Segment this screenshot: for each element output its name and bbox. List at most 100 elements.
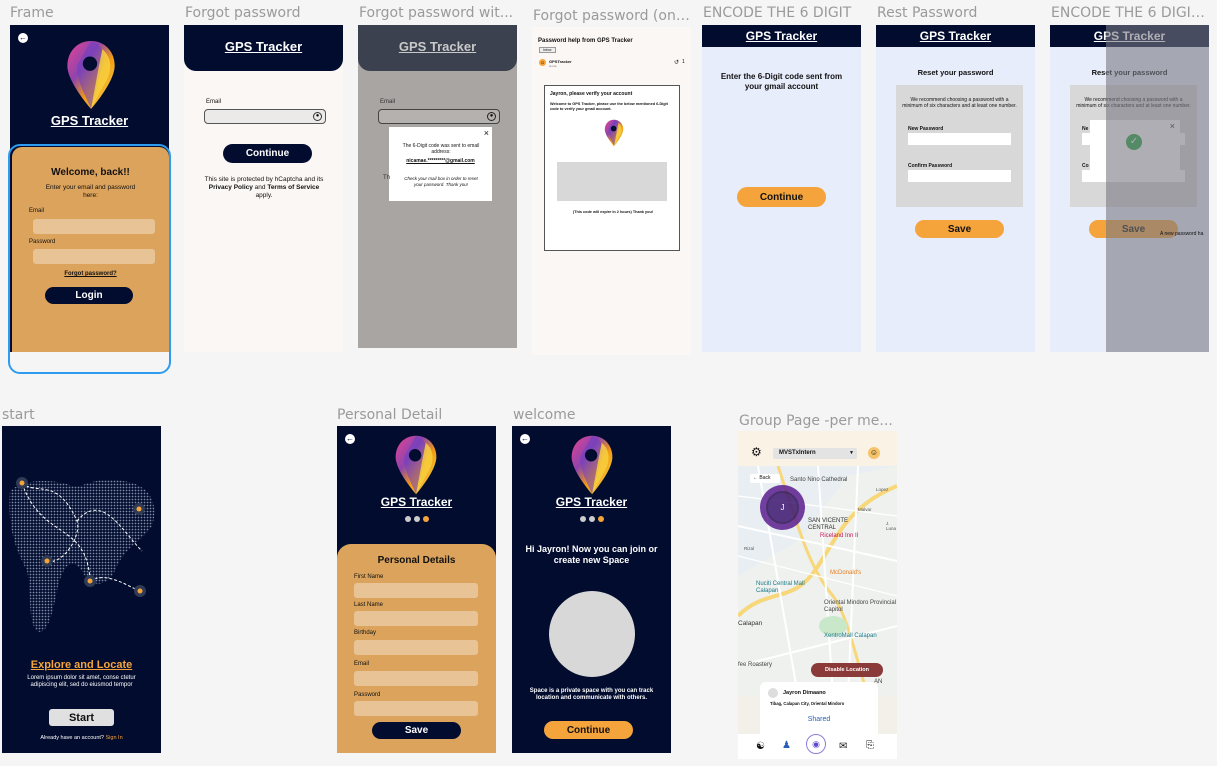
last-name-input[interactable] [354,611,478,626]
start-frame: Explore and Locate Lorem ipsum dolor sit… [2,426,161,753]
continue-button[interactable]: Continue [223,144,312,163]
shared-tab[interactable]: Shared [760,716,878,723]
email-subject: Password help from GPS Tracker [538,38,633,44]
continue-button[interactable]: Continue [737,187,826,207]
gear-icon[interactable]: ⚙ [751,446,762,458]
map-label: XentroMall Calapan [824,633,877,639]
dropdown-value: MVSTxIntern [779,450,816,456]
confirm-password-input[interactable] [908,170,1011,182]
privacy-link[interactable]: Privacy Policy [209,184,253,191]
terms-link[interactable]: Terms of Service [267,184,319,191]
forgot-modal-frame: GPS Tracker Email ● × The 6-Digit code w… [358,25,517,348]
login-panel: Welcome, back!! Enter your email and pas… [12,147,169,352]
personal-panel: Personal Details First Name Last Name Bi… [337,544,496,753]
space-dropdown[interactable]: MVSTxIntern ▼ [773,448,857,459]
forgot-frame: GPS Tracker Email ● Continue This site i… [184,25,343,352]
first-name-label: First Name [354,574,384,580]
forgot-password-link[interactable]: Forgot password? [12,271,169,277]
app-logo-icon [569,434,615,496]
disable-location-button[interactable]: Disable Location [811,663,883,677]
step-dot [588,516,595,522]
member-avatar: J [766,491,799,524]
app-logo-icon [604,119,624,147]
chevron-down-icon: ▼ [849,450,854,456]
back-icon[interactable]: ← [345,434,355,444]
mail-icon[interactable]: ✉ [839,741,847,752]
new-password-input[interactable] [908,133,1011,145]
reset-desc: We recommend choosing a password with a … [902,97,1017,109]
slide-overlay [1106,25,1209,352]
map-label: J. Luna [886,521,897,531]
map-back-button[interactable]: ← Back [750,474,780,483]
frame-label: Rest Password [877,5,978,21]
save-button[interactable]: Save [915,220,1004,238]
map-label: McDonald's [830,570,862,576]
sender-avatar: G [539,59,546,66]
space-illustration [549,591,635,677]
step-dot [404,516,411,522]
login-button[interactable]: Login [45,287,133,304]
sign-in-link[interactable]: Sign In [106,735,123,741]
close-icon[interactable]: × [484,128,489,138]
app-title: GPS Tracker [398,39,477,54]
login-subtitle: Enter your email and password here: [45,184,136,199]
forgot-header: GPS Tracker [358,25,517,71]
last-name-label: Last Name [354,602,384,608]
member-location-pin[interactable]: J [760,485,805,530]
reply-icon[interactable]: ↺ [674,59,679,66]
email-input[interactable] [33,219,155,234]
password-label: Password [29,239,56,245]
welcome-frame: ← GPS Tracker Hi Jayron! Now you can joi… [512,426,671,753]
location-icon[interactable]: ◉ [806,734,826,754]
map-label: Santo Nino Cathedral [790,477,848,483]
start-button[interactable]: Start [49,709,114,726]
code-sent-modal: × The 6-Digit code was sent to email add… [389,127,492,201]
email-input[interactable] [354,671,478,686]
modal-text-2: Check your mail box in order to reset yo… [404,176,478,187]
member-name: Jayron Dimaano [783,690,826,696]
app-logo-icon [393,434,439,496]
step-dot [422,516,429,522]
email-label: Email [29,208,45,214]
app-title: GPS Tracker [919,29,992,43]
welcome-heading: Welcome, back!! [51,167,130,178]
profile-avatar[interactable]: ☺ [868,447,880,459]
password-input[interactable] [33,249,155,264]
have-account-text: Already have an account? [40,735,104,741]
app-title: GPS Tracker [380,495,453,509]
app-logo-icon [65,39,117,111]
encode-frame: GPS Tracker Enter the 6-Digit code sent … [702,25,861,352]
email-input[interactable]: ● [204,109,326,124]
group-icon[interactable]: ☯ [756,741,765,752]
reset-title: Reset your password [917,68,994,77]
code-placeholder [557,162,667,201]
inbox-tag: Inbox [539,47,556,53]
email-input[interactable]: ● [378,109,500,124]
continue-button[interactable]: Continue [544,721,633,739]
save-button[interactable]: Save [372,722,461,739]
forgot-header: GPS Tracker [184,25,343,71]
email-heading: Jayron, please verify your account [550,91,633,97]
device-icon[interactable]: ⎘ [866,740,874,751]
map-label: Rizal [744,546,755,551]
start-body: Lorem ipsum dolor sit amet, conse ctetur… [27,675,136,688]
confirm-password-label: Co [1082,163,1089,169]
world-map-illustration [9,477,155,632]
password-label: Password [354,692,381,698]
first-name-input[interactable] [354,583,478,598]
birthday-input[interactable] [354,640,478,655]
frame-label: Forgot password wit... [359,5,514,21]
legal-and: and [252,184,268,191]
app-title: GPS Tracker [745,29,818,43]
new-password-label: New Password [908,126,944,132]
back-icon[interactable]: ← [18,33,28,43]
frame-label: Group Page -per me... [739,413,893,429]
step-dots [512,515,671,522]
password-input[interactable] [354,701,478,716]
back-icon[interactable]: ← [520,434,530,444]
member-icon[interactable]: ♟ [782,740,791,751]
member-address: Tibag, Calapan City, Oriental Mindoro [770,701,845,706]
frame-label: welcome [513,407,576,423]
map-label: Oriental Mindoro Provincial Capitol [824,600,897,613]
user-icon: ● [487,112,496,121]
